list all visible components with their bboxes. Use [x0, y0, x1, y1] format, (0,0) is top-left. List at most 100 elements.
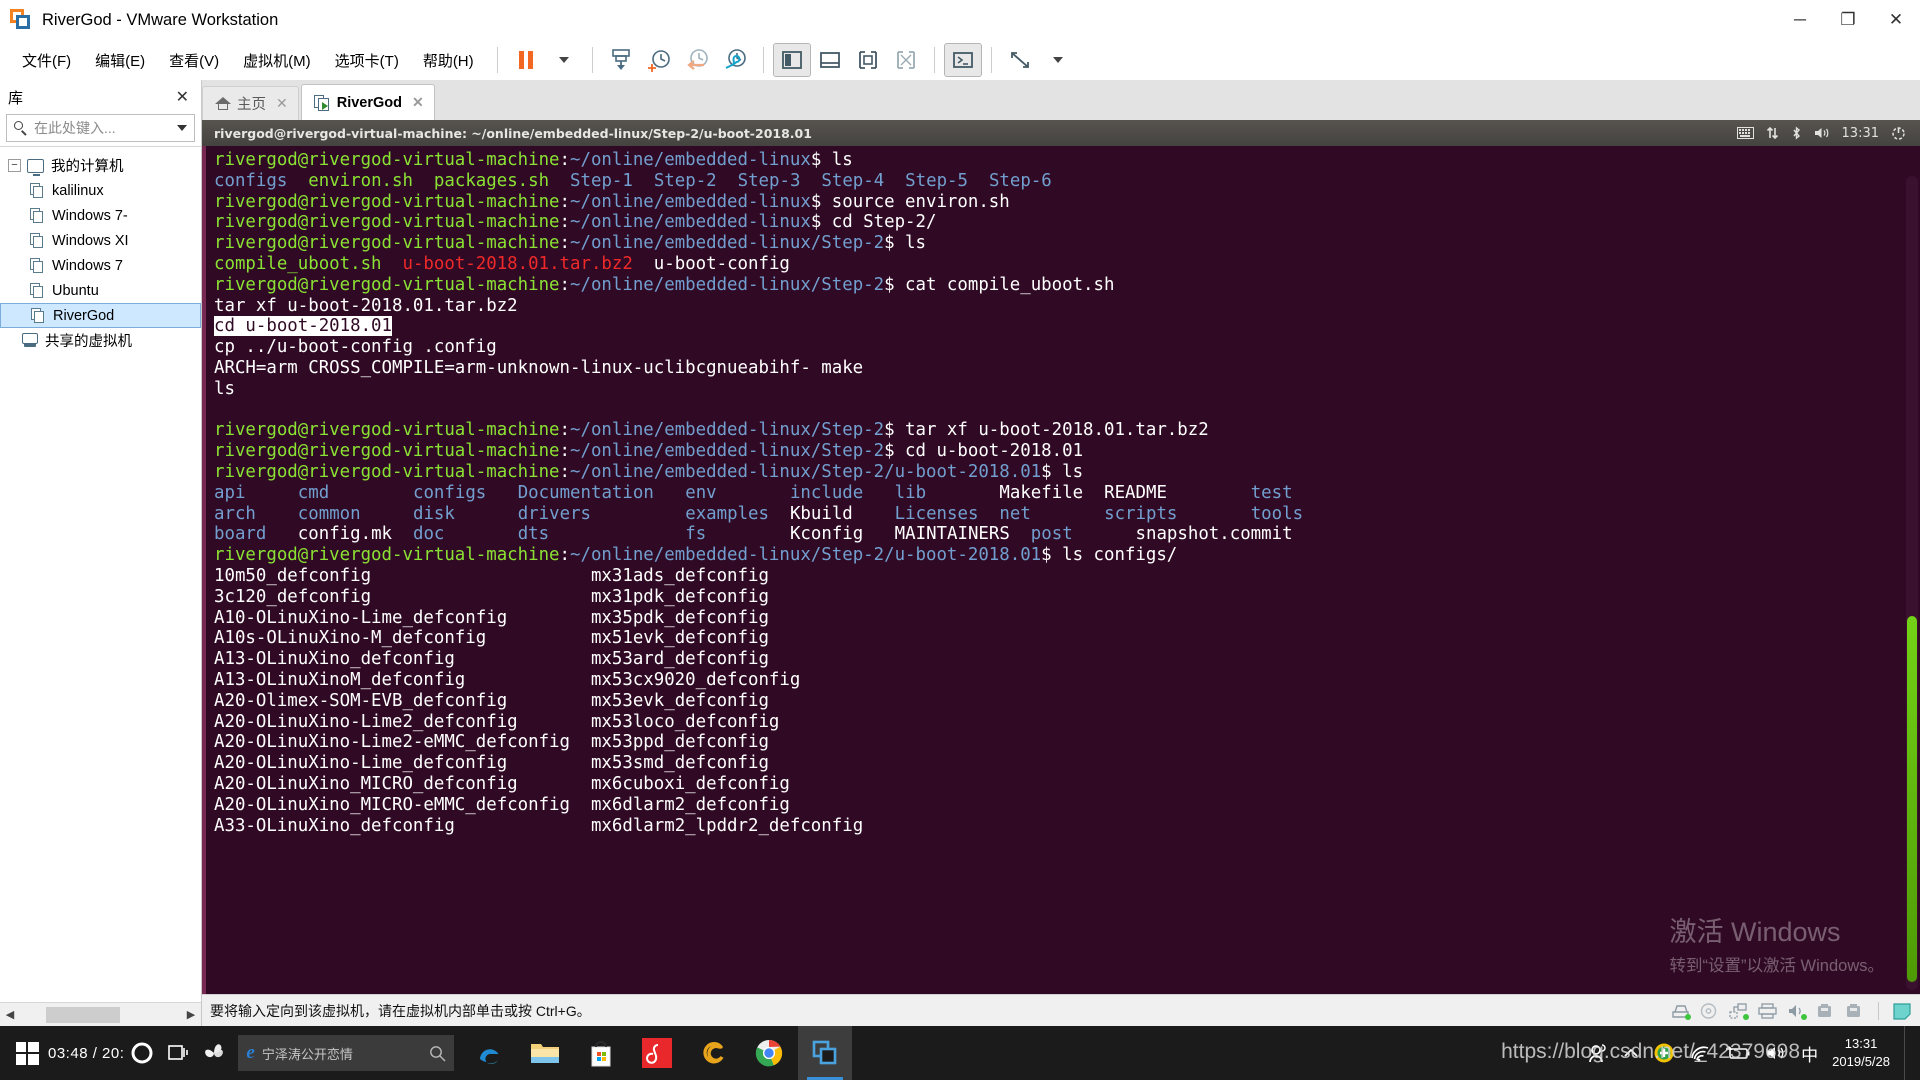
scrollbar-track[interactable] [20, 1003, 181, 1026]
sidebar-item-windows-7-dash[interactable]: Windows 7- [0, 203, 201, 228]
chrome-taskbar-icon[interactable] [742, 1026, 796, 1080]
sidebar-item-label: Ubuntu [52, 282, 99, 299]
search-input[interactable]: e 宁泽涛公开恋情 [238, 1035, 455, 1071]
power-gear-icon[interactable] [1891, 126, 1906, 141]
terminal-text: 10m50_defconfig [214, 565, 372, 586]
sound-card-icon[interactable] [1787, 1003, 1807, 1020]
sogou-taskbar-icon[interactable] [686, 1026, 740, 1080]
tab-rivergod[interactable]: RiverGod ✕ [300, 84, 435, 120]
maximize-button[interactable]: ❐ [1824, 0, 1872, 40]
toolbar-separator [496, 47, 498, 73]
collapse-expander[interactable]: − [8, 159, 21, 172]
tab-close-icon[interactable]: ✕ [412, 94, 424, 111]
terminal-line: compile_uboot.sh u-boot-2018.01.tar.bz2 … [206, 254, 1920, 275]
hard-disk-icon[interactable] [1671, 1003, 1691, 1020]
terminal-text: $ tar xf u-boot-2018.01.tar.bz2 [884, 420, 1209, 441]
cortana-button[interactable] [124, 1035, 160, 1071]
revert-snapshot-button[interactable] [678, 43, 716, 77]
sidebar-item-windows-7[interactable]: Windows 7 [0, 253, 201, 278]
wifi-icon[interactable] [1689, 1044, 1711, 1062]
security-shield-icon[interactable] [1653, 1042, 1675, 1064]
printer-icon[interactable] [1758, 1002, 1777, 1019]
show-library-button[interactable] [772, 43, 811, 77]
menu-tabs[interactable]: 选项卡(T) [325, 46, 409, 75]
close-button[interactable]: ✕ [1872, 0, 1920, 40]
network-indicator-icon[interactable] [1766, 126, 1779, 140]
terminal-text: common [297, 503, 361, 524]
cd-dvd-icon[interactable] [1700, 1002, 1719, 1019]
fullscreen-button[interactable] [1001, 43, 1039, 77]
guest-screen[interactable]: rivergod@rivergod-virtual-machine: ~/onl… [202, 120, 1920, 994]
network-adapter-icon[interactable] [1729, 1002, 1749, 1020]
tab-home[interactable]: 主页 ✕ [202, 86, 299, 120]
send-ctrl-alt-del-button[interactable] [602, 43, 640, 77]
show-console-view-button[interactable] [849, 43, 887, 77]
unity-note-icon[interactable] [1893, 1002, 1912, 1020]
ime-chinese-icon[interactable]: 中 [1801, 1041, 1818, 1066]
taskbar-clock[interactable]: 13:31 2019/5/28 [1832, 1035, 1890, 1070]
hide-all-panels-button[interactable] [887, 43, 925, 77]
library-close-icon[interactable]: ✕ [172, 87, 193, 107]
terminal-scrollbar[interactable] [1906, 176, 1918, 990]
tree-root-my-computer[interactable]: − 我的计算机 [0, 153, 201, 178]
search-input[interactable]: 在此处键入... [34, 118, 177, 138]
show-hidden-icons-icon[interactable] [1623, 1047, 1639, 1059]
file-explorer-taskbar-icon[interactable] [518, 1026, 572, 1080]
usb-device-2-icon[interactable] [1845, 1003, 1864, 1019]
vmware-taskbar-icon[interactable] [798, 1026, 853, 1080]
show-thumbnails-button[interactable] [811, 43, 849, 77]
unity-mode-button[interactable] [943, 43, 982, 77]
volume-icon[interactable] [1765, 1044, 1787, 1062]
menu-file[interactable]: 文件(F) [12, 46, 81, 75]
volume-indicator-icon[interactable] [1814, 126, 1830, 140]
scroll-right-icon[interactable]: ▶ [181, 1003, 201, 1026]
tab-close-icon[interactable]: ✕ [276, 95, 288, 112]
minimize-button[interactable]: ─ [1776, 0, 1824, 40]
bluetooth-indicator-icon[interactable] [1791, 126, 1802, 140]
start-button[interactable] [0, 1026, 54, 1080]
edge-taskbar-icon[interactable] [462, 1026, 516, 1080]
fullscreen-dropdown-button[interactable] [1039, 43, 1077, 77]
keyboard-indicator-icon[interactable] [1736, 127, 1754, 139]
take-snapshot-button[interactable] [640, 43, 678, 77]
scroll-left-icon[interactable]: ◀ [0, 1003, 20, 1026]
library-search[interactable]: 在此处键入... [6, 114, 195, 142]
terminal-line: rivergod@rivergod-virtual-machine:~/onli… [206, 420, 1920, 441]
pause-button[interactable] [507, 43, 545, 77]
search-input-value[interactable]: 宁泽涛公开恋情 [262, 1044, 430, 1063]
chevron-down-icon-2 [1052, 57, 1063, 63]
sidebar-item-ubuntu[interactable]: Ubuntu [0, 278, 201, 303]
sidebar-item-windows-xi[interactable]: Windows XI [0, 228, 201, 253]
terminal-text: net [999, 503, 1031, 524]
snapshot-manager-button[interactable] [716, 43, 754, 77]
menu-edit[interactable]: 编辑(E) [85, 46, 155, 75]
menu-vm[interactable]: 虚拟机(M) [233, 46, 321, 75]
terminal-text: $ ls [884, 233, 926, 254]
show-desktop-button[interactable] [1904, 1026, 1914, 1080]
battery-icon[interactable] [1725, 1045, 1751, 1061]
chevron-down-icon[interactable] [177, 125, 187, 131]
ubuntu-clock[interactable]: 13:31 [1842, 126, 1879, 141]
sidebar-item-rivergod[interactable]: RiverGod [0, 303, 201, 328]
power-dropdown-button[interactable] [545, 43, 583, 77]
menu-help[interactable]: 帮助(H) [413, 46, 484, 75]
usb-device-1-icon[interactable] [1816, 1003, 1835, 1019]
terminal-output[interactable]: rivergod@rivergod-virtual-machine:~/onli… [202, 146, 1920, 994]
terminal-text: Makefile [999, 482, 1084, 503]
library-horizontal-scrollbar[interactable]: ◀ ▶ [0, 1002, 201, 1026]
microsoft-store-taskbar-icon[interactable] [574, 1026, 628, 1080]
terminal-text: mx53ppd_defconfig [590, 732, 769, 753]
terminal-text: rivergod@rivergod-virtual-machine [214, 441, 560, 462]
sidebar-item-kalilinux[interactable]: kalilinux [0, 178, 201, 203]
task-view-button[interactable] [160, 1035, 196, 1071]
netease-music-taskbar-icon[interactable] [630, 1026, 684, 1080]
sidebar-item-shared-vms[interactable]: 共享的虚拟机 [0, 328, 201, 353]
menu-view[interactable]: 查看(V) [159, 46, 229, 75]
media-fan-button[interactable] [196, 1035, 232, 1071]
people-icon[interactable] [1587, 1042, 1609, 1064]
